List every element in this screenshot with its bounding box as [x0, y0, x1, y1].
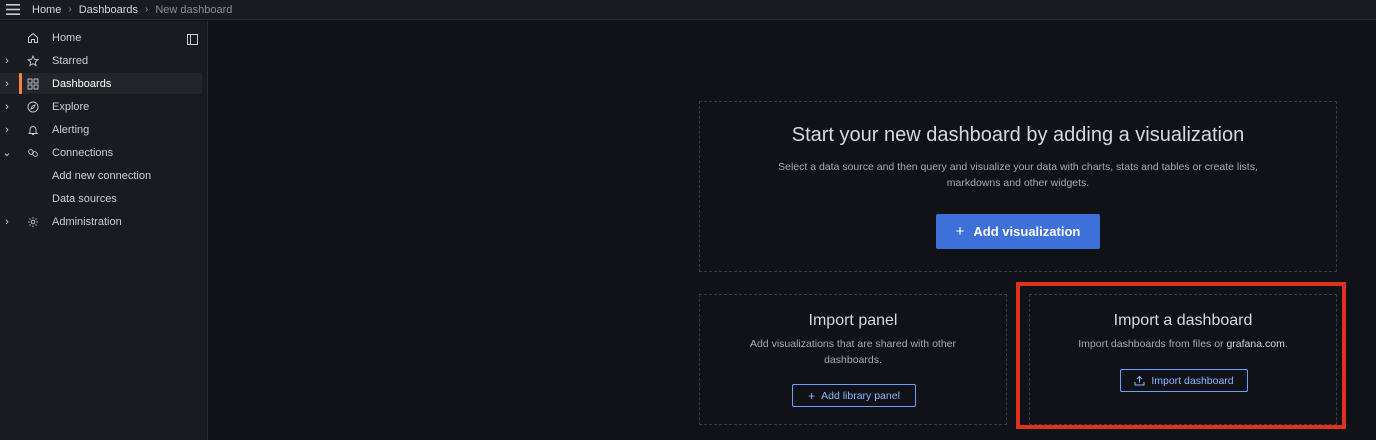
breadcrumb-separator: ›: [68, 4, 72, 15]
sidebar-item-label: Add new connection: [52, 169, 152, 182]
top-bar: Home › Dashboards › New dashboard: [0, 0, 1376, 20]
breadcrumb-home[interactable]: Home: [32, 4, 61, 16]
import-panel-card: Import panel Add visualizations that are…: [699, 294, 1007, 425]
sidebar-item-data-sources[interactable]: Data sources: [0, 188, 202, 209]
chevron-right-icon[interactable]: ›: [3, 73, 11, 94]
compass-icon: [26, 96, 39, 117]
sidebar-item-label: Data sources: [52, 192, 117, 205]
add-visualization-label: Add visualization: [973, 224, 1081, 239]
chevron-right-icon[interactable]: ›: [3, 50, 11, 71]
home-icon: [26, 27, 39, 48]
chevron-right-icon[interactable]: ›: [3, 211, 11, 232]
sidebar-item-label: Starred: [52, 54, 89, 67]
sidebar-item-label: Explore: [52, 100, 90, 113]
sidebar-item-label: Administration: [52, 215, 122, 228]
bell-icon: [26, 119, 39, 140]
add-visualization-button[interactable]: + Add visualization: [936, 214, 1100, 249]
dock-menu-icon[interactable]: [187, 32, 198, 50]
sidebar-item-label: Home: [52, 31, 82, 44]
add-library-panel-label: Add library panel: [821, 389, 900, 402]
sidebar-item-label: Dashboards: [52, 77, 112, 90]
sidebar-item-administration[interactable]: › Administration: [0, 211, 202, 232]
highlight-box: [1016, 282, 1346, 429]
hamburger-menu-icon: [6, 4, 20, 15]
breadcrumb-dashboards[interactable]: Dashboards: [79, 4, 138, 16]
chevron-right-icon[interactable]: ›: [3, 96, 11, 117]
active-indicator: [19, 73, 22, 94]
star-icon: [26, 50, 39, 71]
plus-icon: +: [808, 388, 816, 403]
visualization-card-title: Start your new dashboard by adding a vis…: [791, 124, 1245, 146]
visualization-card-description-line-1: Select a data source and then query and …: [778, 161, 1258, 173]
sidebar-item-explore[interactable]: › Explore: [0, 96, 202, 117]
sidebar-item-add-new-connection[interactable]: Add new connection: [0, 165, 202, 186]
sidebar-item-alerting[interactable]: › Alerting: [0, 119, 202, 140]
sidebar-item-home[interactable]: Home: [0, 27, 202, 48]
apps-icon: [26, 73, 39, 94]
import-panel-description-line-1: Add visualizations that are shared with …: [749, 338, 957, 350]
visualization-card-description-line-2: markdowns and other widgets.: [946, 177, 1090, 189]
plus-icon: +: [955, 223, 965, 240]
sidebar-item-starred[interactable]: › Starred: [0, 50, 202, 71]
breadcrumb-current: New dashboard: [155, 3, 233, 16]
sidebar-item-dashboards[interactable]: › Dashboards: [0, 73, 202, 94]
add-library-panel-button[interactable]: + Add library panel: [792, 384, 916, 407]
gear-icon: [26, 211, 39, 232]
breadcrumb: Home › Dashboards › New dashboard: [32, 4, 232, 16]
breadcrumb-separator: ›: [145, 4, 149, 15]
menu-toggle-button[interactable]: [0, 0, 26, 20]
add-visualization-card: Start your new dashboard by adding a vis…: [699, 101, 1337, 272]
sidebar-item-connections[interactable]: ⌄ Connections: [0, 142, 202, 163]
sidebar: Home › Starred › Dashboards › Explore › …: [0, 21, 208, 440]
import-panel-description-line-2: dashboards.: [824, 354, 882, 366]
link-icon: [26, 142, 39, 163]
import-panel-title: Import panel: [808, 312, 898, 329]
main-content: Start your new dashboard by adding a vis…: [209, 21, 1376, 440]
sidebar-item-label: Connections: [52, 146, 114, 159]
chevron-right-icon[interactable]: ›: [3, 119, 11, 140]
sidebar-item-label: Alerting: [52, 123, 90, 136]
chevron-down-icon[interactable]: ⌄: [2, 142, 11, 163]
